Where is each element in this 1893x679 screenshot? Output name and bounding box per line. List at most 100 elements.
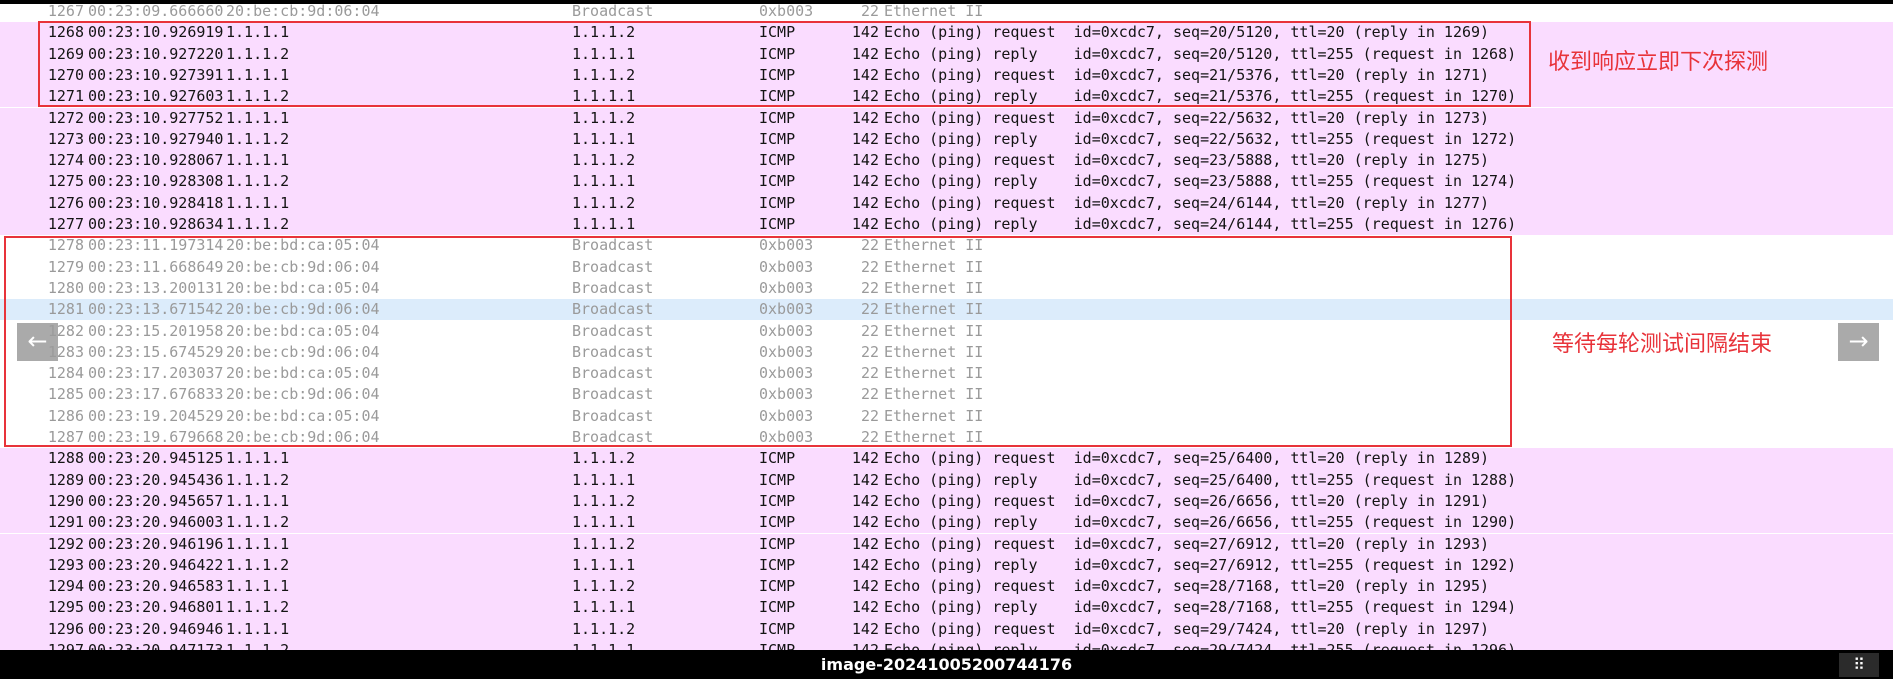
packet-row[interactable]: 1284 00:23:17.203037 20:be:bd:ca:05:04 Broa… bbox=[0, 363, 1893, 385]
packet-info: Echo (ping) reply id=0xcdc7, seq=21/5376… bbox=[884, 87, 1517, 106]
packet-protocol: 0xb003 bbox=[759, 385, 814, 404]
packet-protocol: 0xb003 bbox=[759, 428, 814, 446]
packet-row[interactable]: 1275 00:23:10.928308 1.1.1.2 1.1.1.1 ICMP 142… bbox=[0, 171, 1893, 193]
packet-protocol: 0xb003 bbox=[759, 278, 814, 297]
packet-row[interactable]: 1274 00:23:10.928067 1.1.1.1 1.1.1.2 ICMP 142… bbox=[0, 150, 1893, 172]
packet-protocol: ICMP bbox=[759, 491, 796, 510]
packet-length: 142 bbox=[851, 215, 879, 233]
packet-source: 1.1.1.2 bbox=[226, 215, 290, 233]
packet-row[interactable]: 1285 00:23:17.676833 20:be:cb:9d:06:04 Broa… bbox=[0, 384, 1893, 406]
packet-time: 00:23:10.927940 bbox=[88, 129, 224, 148]
prev-image-button[interactable]: ← bbox=[17, 323, 58, 361]
packet-row[interactable]: 1277 00:23:10.928634 1.1.1.2 1.1.1.1 ICMP 142… bbox=[0, 214, 1893, 236]
packet-source: 20:be:cb:9d:06:04 bbox=[226, 257, 380, 276]
packet-row[interactable]: 1287 00:23:19.679668 20:be:cb:9d:06:04 Broa… bbox=[0, 427, 1893, 449]
packet-protocol: ICMP bbox=[759, 129, 796, 148]
packet-time: 00:23:11.668649 bbox=[88, 257, 224, 276]
packet-row[interactable]: 1278 00:23:11.197314 20:be:bd:ca:05:04 Broa… bbox=[0, 235, 1893, 257]
packet-time: 00:23:10.927220 bbox=[88, 44, 224, 63]
packet-number: 1285 bbox=[47, 385, 84, 404]
packet-number: 1294 bbox=[47, 577, 84, 596]
gallery-grid-button[interactable]: ⠿ bbox=[1839, 653, 1879, 677]
packet-time: 00:23:20.946946 bbox=[88, 619, 224, 638]
packet-length: 22 bbox=[860, 300, 879, 319]
packet-row[interactable]: 1281 00:23:13.671542 20:be:cb:9d:06:04 Broa… bbox=[0, 299, 1893, 321]
packet-protocol: ICMP bbox=[759, 172, 796, 191]
packet-row[interactable]: 1273 00:23:10.927940 1.1.1.2 1.1.1.1 ICMP 142… bbox=[0, 128, 1893, 151]
packet-row[interactable]: 1276 00:23:10.928418 1.1.1.1 1.1.1.2 ICMP 142… bbox=[0, 192, 1893, 214]
packet-protocol: ICMP bbox=[759, 108, 796, 127]
packet-time: 00:23:10.928634 bbox=[88, 215, 224, 233]
packet-source: 20:be:cb:9d:06:04 bbox=[226, 300, 380, 319]
packet-length: 142 bbox=[851, 513, 879, 532]
packet-source: 1.1.1.1 bbox=[226, 449, 290, 468]
packet-source: 1.1.1.2 bbox=[226, 555, 290, 574]
packet-destination: Broadcast bbox=[572, 236, 654, 255]
packet-destination: 1.1.1.1 bbox=[572, 44, 636, 63]
packet-protocol: ICMP bbox=[759, 87, 796, 106]
packet-length: 22 bbox=[860, 385, 879, 404]
packet-protocol: ICMP bbox=[759, 513, 796, 532]
packet-time: 00:23:10.926919 bbox=[88, 23, 224, 42]
packet-row[interactable]: 1272 00:23:10.927752 1.1.1.1 1.1.1.2 ICMP 142… bbox=[0, 107, 1893, 129]
packet-row[interactable]: 1267 00:23:09.666660 20:be:cb:9d:06:04 Broa… bbox=[0, 1, 1893, 23]
packet-row[interactable]: 1294 00:23:20.946583 1.1.1.1 1.1.1.2 ICMP 142… bbox=[0, 576, 1893, 598]
caption-bar: image-20241005200744176 ⠿ bbox=[0, 650, 1893, 679]
packet-row[interactable]: 1296 00:23:20.946946 1.1.1.1 1.1.1.2 ICMP 142… bbox=[0, 618, 1893, 640]
packet-destination: 1.1.1.2 bbox=[572, 619, 636, 638]
packet-number: 1276 bbox=[47, 193, 84, 212]
packet-info: Echo (ping) request id=0xcdc7, seq=21/53… bbox=[884, 65, 1490, 84]
packet-info: Ethernet II bbox=[884, 278, 984, 297]
packet-time: 00:23:13.200131 bbox=[88, 278, 224, 297]
packet-row[interactable]: 1286 00:23:19.204529 20:be:bd:ca:05:04 Broa… bbox=[0, 405, 1893, 427]
packet-length: 142 bbox=[851, 555, 879, 574]
packet-row[interactable]: 1295 00:23:20.946801 1.1.1.2 1.1.1.1 ICMP 142… bbox=[0, 597, 1893, 619]
packet-row[interactable]: 1291 00:23:20.946003 1.1.1.2 1.1.1.1 ICMP 142… bbox=[0, 512, 1893, 534]
packet-info: Echo (ping) request id=0xcdc7, seq=25/64… bbox=[884, 449, 1490, 468]
packet-info: Echo (ping) reply id=0xcdc7, seq=22/5632… bbox=[884, 129, 1517, 148]
packet-row[interactable]: 1292 00:23:20.946196 1.1.1.1 1.1.1.2 ICMP 142… bbox=[0, 533, 1893, 555]
packet-time: 00:23:15.674529 bbox=[88, 342, 224, 361]
packet-length: 22 bbox=[860, 406, 879, 425]
packet-source: 1.1.1.1 bbox=[226, 65, 290, 84]
packet-info: Echo (ping) reply id=0xcdc7, seq=23/5888… bbox=[884, 172, 1517, 191]
grid-icon: ⠿ bbox=[1853, 655, 1865, 674]
packet-info: Echo (ping) reply id=0xcdc7, seq=20/5120… bbox=[884, 44, 1517, 63]
packet-protocol: 0xb003 bbox=[759, 364, 814, 383]
packet-row[interactable]: 1271 00:23:10.927603 1.1.1.2 1.1.1.1 ICMP 142… bbox=[0, 86, 1893, 108]
packet-row[interactable]: 1293 00:23:20.946422 1.1.1.2 1.1.1.1 ICMP 142… bbox=[0, 554, 1893, 577]
packet-time: 00:23:20.946583 bbox=[88, 577, 224, 596]
packet-info: Ethernet II bbox=[884, 257, 984, 276]
packet-protocol: ICMP bbox=[759, 619, 796, 638]
packet-protocol: ICMP bbox=[759, 577, 796, 596]
next-image-button[interactable]: → bbox=[1838, 323, 1879, 361]
packet-time: 00:23:10.927391 bbox=[88, 65, 224, 84]
packet-time: 00:23:19.679668 bbox=[88, 428, 224, 446]
image-caption: image-20241005200744176 bbox=[820, 655, 1073, 674]
packet-info: Echo (ping) request id=0xcdc7, seq=22/56… bbox=[884, 108, 1490, 127]
packet-time: 00:23:10.927752 bbox=[88, 108, 224, 127]
packet-destination: 1.1.1.1 bbox=[572, 555, 636, 574]
packet-info: Echo (ping) request id=0xcdc7, seq=20/51… bbox=[884, 23, 1490, 42]
packet-row[interactable]: 1290 00:23:20.945657 1.1.1.1 1.1.1.2 ICMP 142… bbox=[0, 490, 1893, 513]
annotation-immediate-probe: 收到响应立即下次探测 bbox=[1548, 50, 1769, 75]
packet-length: 142 bbox=[851, 449, 879, 468]
packet-info: Ethernet II bbox=[884, 321, 984, 340]
packet-length: 22 bbox=[860, 342, 879, 361]
packet-row[interactable]: 1268 00:23:10.926919 1.1.1.1 1.1.1.2 ICMP 142… bbox=[0, 22, 1893, 44]
packet-protocol: ICMP bbox=[759, 65, 796, 84]
packet-source: 20:be:cb:9d:06:04 bbox=[226, 428, 380, 446]
packet-time: 00:23:17.676833 bbox=[88, 385, 224, 404]
packet-length: 142 bbox=[851, 491, 879, 510]
packet-row[interactable]: 1288 00:23:20.945125 1.1.1.1 1.1.1.2 ICMP 142… bbox=[0, 448, 1893, 470]
packet-row[interactable]: 1279 00:23:11.668649 20:be:cb:9d:06:04 Broa… bbox=[0, 256, 1893, 278]
packet-destination: 1.1.1.1 bbox=[572, 513, 636, 532]
packet-source: 20:be:cb:9d:06:04 bbox=[226, 2, 380, 20]
packet-protocol: ICMP bbox=[759, 534, 796, 553]
packet-row[interactable]: 1289 00:23:20.945436 1.1.1.2 1.1.1.1 ICMP 142… bbox=[0, 469, 1893, 491]
packet-time: 00:23:11.197314 bbox=[88, 236, 224, 255]
packet-row[interactable]: 1280 00:23:13.200131 20:be:bd:ca:05:04 Broa… bbox=[0, 277, 1893, 300]
packet-number: 1269 bbox=[47, 44, 84, 63]
packet-length: 22 bbox=[860, 278, 879, 297]
packet-info: Echo (ping) reply id=0xcdc7, seq=28/7168… bbox=[884, 598, 1517, 617]
